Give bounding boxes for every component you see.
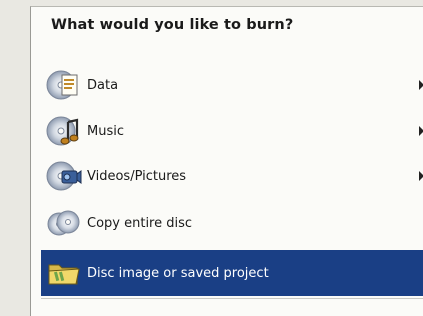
- menu-item-data[interactable]: Data: [41, 65, 423, 105]
- menu-item-videos-pictures[interactable]: Videos/Pictures: [41, 156, 423, 196]
- panel-heading: What would you like to burn?: [51, 17, 294, 33]
- folder-icon: [45, 254, 83, 292]
- menu-item-disc-image-or-saved-project[interactable]: Disc image or saved project: [41, 250, 423, 296]
- submenu-arrow-icon: [419, 80, 423, 90]
- menu-item-music[interactable]: Music: [41, 111, 423, 151]
- menu-item-label: Videos/Pictures: [87, 168, 187, 184]
- submenu-arrow-icon: [419, 171, 423, 181]
- music-disc-icon: [45, 112, 83, 150]
- copy-disc-icon: [45, 204, 83, 242]
- menu-item-copy-entire-disc[interactable]: Copy entire disc: [41, 203, 423, 243]
- video-disc-icon: [45, 157, 83, 195]
- menu-item-label: Disc image or saved project: [87, 265, 269, 281]
- menu-item-label: Data: [87, 77, 119, 93]
- divider: [41, 298, 423, 299]
- menu-item-label: Copy entire disc: [87, 215, 193, 231]
- data-disc-icon: [45, 66, 83, 104]
- submenu-arrow-icon: [419, 126, 423, 136]
- burn-task-panel: What would you like to burn? Data Music …: [30, 6, 423, 316]
- menu-item-label: Music: [87, 123, 124, 139]
